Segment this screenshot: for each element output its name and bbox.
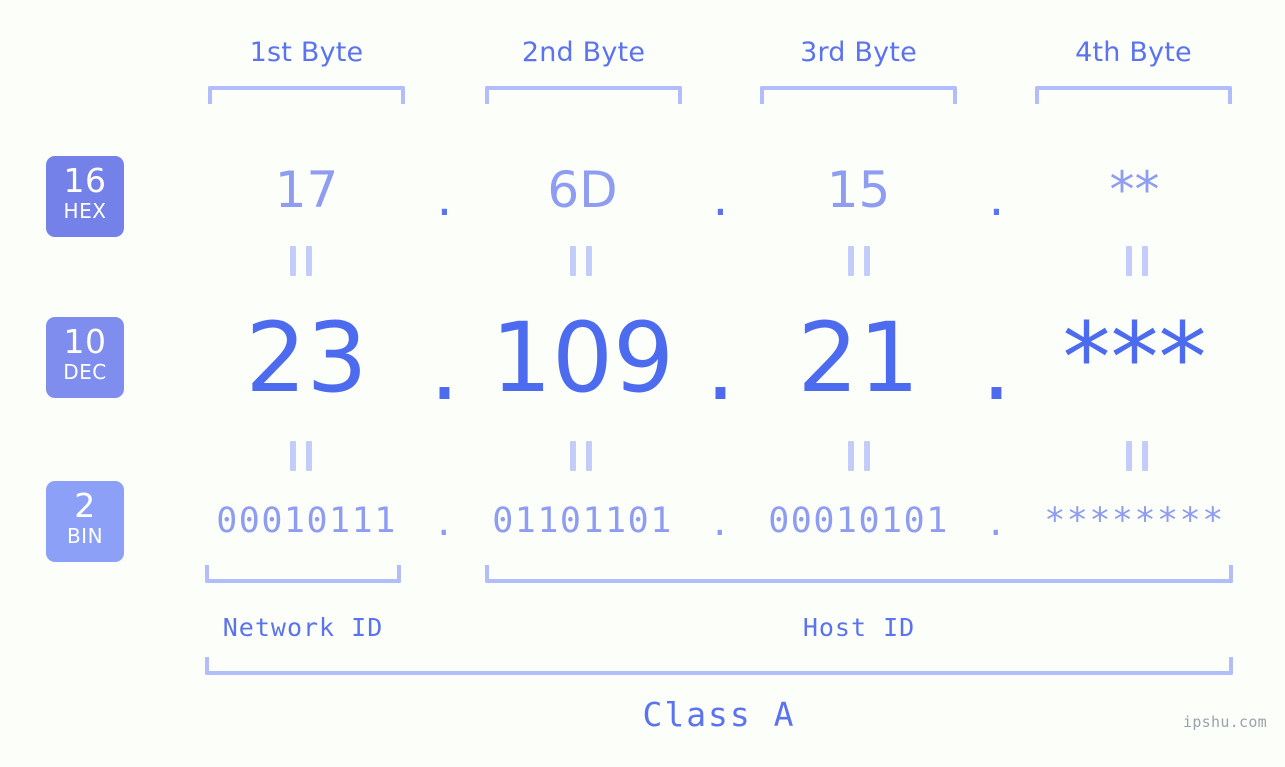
- hex-separator-1: .: [436, 169, 453, 227]
- equals-connector-dec-bin-3: [848, 441, 870, 471]
- dec-byte-4: ***: [1062, 301, 1207, 414]
- base-badge-hex: 16 HEX: [46, 156, 124, 237]
- equals-connector-dec-bin-2: [570, 441, 592, 471]
- base-badge-dec-abbr: DEC: [63, 360, 107, 384]
- base-badge-bin-number: 2: [74, 486, 96, 525]
- bin-byte-2: 01101101: [492, 501, 673, 541]
- byte-header-4: 4th Byte: [1075, 37, 1192, 68]
- base-badge-bin-abbr: BIN: [66, 524, 104, 548]
- network-id-label: Network ID: [222, 613, 384, 642]
- watermark: ipshu.com: [1183, 713, 1267, 731]
- hex-byte-2: 6D: [547, 161, 618, 219]
- hex-byte-3: 15: [826, 161, 891, 219]
- dec-separator-3: .: [981, 309, 1012, 422]
- byte-bracket-1: [208, 86, 405, 104]
- base-badge-bin: 2 BIN: [46, 481, 124, 562]
- equals-connector-hex-dec-4: [1126, 246, 1148, 276]
- ip-address-diagram: 1st Byte 2nd Byte 3rd Byte 4th Byte 16 H…: [0, 0, 1285, 767]
- bin-byte-4: ********: [1044, 501, 1225, 541]
- byte-bracket-3: [760, 86, 957, 104]
- equals-connector-hex-dec-2: [570, 246, 592, 276]
- bin-byte-1: 00010111: [216, 501, 397, 541]
- base-badge-hex-abbr: HEX: [63, 199, 107, 223]
- hex-byte-4: **: [1109, 161, 1160, 219]
- dec-value-row: 23 . 109 . 21 . ***: [140, 295, 1260, 422]
- base-badge-dec-number: 10: [63, 322, 107, 361]
- class-label: Class A: [642, 695, 796, 734]
- dec-byte-2: 109: [490, 301, 675, 414]
- host-id-label: Host ID: [802, 613, 916, 642]
- byte-header-1: 1st Byte: [249, 37, 364, 68]
- bin-byte-3: 00010101: [768, 501, 949, 541]
- byte-bracket-4: [1035, 86, 1232, 104]
- dec-byte-3: 21: [797, 301, 920, 414]
- dec-separator-1: .: [429, 309, 460, 422]
- equals-connector-hex-dec-1: [290, 246, 312, 276]
- bin-value-row: 00010111 . 01101101 . 00010101 . *******…: [140, 492, 1260, 550]
- bin-separator-3: .: [985, 504, 1008, 544]
- byte-header-3: 3rd Byte: [800, 37, 917, 68]
- base-badge-hex-number: 16: [63, 161, 107, 200]
- equals-connector-dec-bin-4: [1126, 441, 1148, 471]
- host-id-bracket: [485, 565, 1233, 583]
- equals-connector-hex-dec-3: [848, 246, 870, 276]
- bin-separator-1: .: [433, 504, 456, 544]
- byte-bracket-2: [485, 86, 682, 104]
- dec-byte-1: 23: [245, 301, 368, 414]
- network-id-bracket: [205, 565, 401, 583]
- bin-separator-2: .: [709, 504, 732, 544]
- dec-separator-2: .: [705, 309, 736, 422]
- base-badge-dec: 10 DEC: [46, 317, 124, 398]
- hex-byte-1: 17: [274, 161, 339, 219]
- hex-value-row: 17 . 6D . 15 . **: [140, 150, 1260, 230]
- hex-separator-2: .: [712, 169, 729, 227]
- byte-header-2: 2nd Byte: [521, 37, 646, 68]
- equals-connector-dec-bin-1: [290, 441, 312, 471]
- hex-separator-3: .: [988, 169, 1005, 227]
- class-bracket: [205, 657, 1233, 675]
